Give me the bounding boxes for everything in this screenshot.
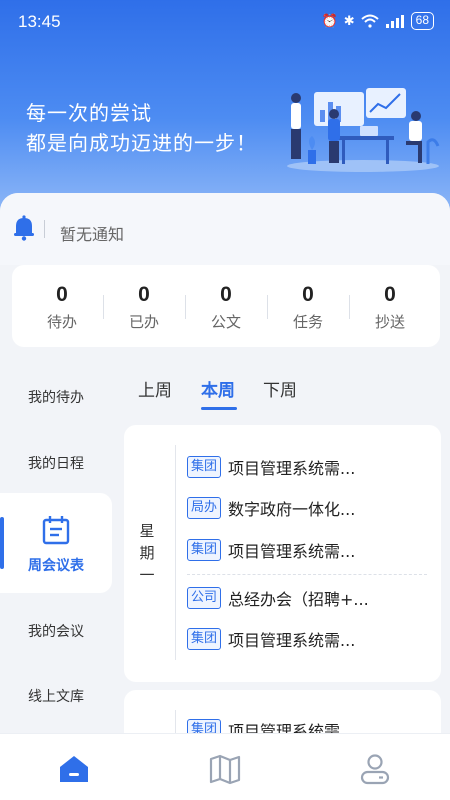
- tab-last-week[interactable]: 上周: [138, 376, 172, 401]
- slogan-line-1: 每一次的尝试: [26, 101, 152, 125]
- stat-label: 公文: [210, 313, 241, 331]
- stats-card: 0 待办 0 已办 0 公文 0 任务 0 抄送: [12, 265, 440, 347]
- side-item-my-meetings[interactable]: 我的会议: [0, 596, 112, 662]
- calendar-icon: [42, 516, 70, 545]
- profile-icon[interactable]: [358, 752, 392, 786]
- side-item-label: 我的会议: [28, 624, 84, 640]
- status-icons: ⏰ ✱ 68: [322, 12, 434, 30]
- alarm-icon: ⏰: [321, 13, 338, 29]
- meeting-tag: 局办: [187, 497, 222, 519]
- bottom-nav: [0, 733, 450, 800]
- side-item-label: 我的日程: [28, 456, 84, 472]
- meeting-title: 总经办会（招聘+...: [228, 590, 369, 609]
- day-label: 星期一: [139, 522, 155, 584]
- side-item-label: 线上文库: [28, 689, 84, 705]
- week-tabs: 上周 本周 下周: [112, 360, 450, 418]
- bluetooth-icon: ✱: [343, 13, 355, 29]
- meeting-item[interactable]: 集团 项目管理系统需...: [187, 626, 355, 652]
- day-card-monday: 星期一 集团 项目管理系统需... 局办 数字政府一体化... 集团 项目管理系…: [124, 425, 441, 682]
- stat-value: 0: [138, 283, 150, 306]
- notice-divider: [44, 220, 45, 238]
- meeting-tag: 集团: [187, 456, 222, 478]
- stat-label: 抄送: [374, 313, 405, 331]
- stat-label: 待办: [46, 313, 77, 331]
- side-item-my-schedule[interactable]: 我的日程: [0, 428, 112, 494]
- wifi-icon: [360, 14, 379, 28]
- meeting-tag: 集团: [187, 628, 222, 650]
- stat-tasks[interactable]: 0 任务: [267, 265, 349, 347]
- stat-value: 0: [56, 283, 68, 306]
- meeting-item[interactable]: 集团 项目管理系统需...: [187, 454, 355, 480]
- stat-cc[interactable]: 0 抄送: [349, 265, 431, 347]
- week-meetings-panel: 上周 本周 下周 星期一 集团 项目管理系统需... 局办 数字政府一体化...…: [112, 360, 450, 738]
- map-icon[interactable]: [208, 752, 242, 786]
- signal-4g-icon: [385, 15, 404, 28]
- meeting-item[interactable]: 局办 数字政府一体化...: [187, 495, 355, 521]
- meeting-title: 项目管理系统需...: [228, 459, 356, 478]
- side-item-label: 周会议表: [28, 558, 84, 574]
- stat-value: 0: [384, 283, 396, 306]
- meeting-tag: 集团: [187, 539, 222, 561]
- status-time: 13:45: [18, 12, 61, 31]
- tab-next-week[interactable]: 下周: [263, 376, 297, 401]
- side-item-label: 我的待办: [28, 390, 84, 406]
- side-menu: 我的待办 我的日程 周会议表 我的会议 线上文库: [0, 360, 112, 738]
- home-icon[interactable]: [57, 752, 91, 786]
- side-item-weekly-meetings[interactable]: 周会议表: [0, 493, 112, 593]
- stat-label: 任务: [292, 313, 323, 331]
- battery-icon: 68: [410, 12, 434, 30]
- stat-todo[interactable]: 0 待办: [21, 265, 103, 347]
- meeting-item[interactable]: 集团 项目管理系统需...: [187, 537, 355, 563]
- day-card-next: 集团 项目管理系统需...: [124, 690, 441, 738]
- meeting-title: 项目管理系统需...: [228, 631, 356, 650]
- status-bar: 13:45 ⏰ ✱ 68: [0, 0, 450, 44]
- slogan-line-2: 都是向成功迈进的一步！: [26, 131, 257, 155]
- tab-active-indicator: [201, 407, 237, 410]
- main-panel: 暂无通知 0 待办 0 已办 0 公文 0 任务 0 抄送 我的待办 我的日程 …: [0, 193, 450, 738]
- bell-icon: [14, 215, 34, 241]
- header-banner: 13:45 ⏰ ✱ 68 每一次的尝试 都是向成功迈进的一步！: [0, 0, 450, 215]
- stat-documents[interactable]: 0 公文: [185, 265, 267, 347]
- stat-value: 0: [220, 283, 232, 306]
- tab-this-week[interactable]: 本周: [201, 376, 235, 401]
- meeting-title: 项目管理系统需...: [228, 542, 356, 561]
- side-item-online-library[interactable]: 线上文库: [0, 661, 112, 727]
- side-item-my-todo[interactable]: 我的待办: [0, 362, 112, 428]
- notice-text: 暂无通知: [60, 225, 125, 244]
- banner-slogan: 每一次的尝试 都是向成功迈进的一步！: [26, 98, 257, 158]
- notice-bar[interactable]: 暂无通知: [0, 193, 450, 265]
- meeting-separator: [187, 574, 427, 575]
- stat-value: 0: [302, 283, 314, 306]
- meeting-item[interactable]: 公司 总经办会（招聘+...: [187, 585, 369, 611]
- stat-label: 已办: [128, 313, 159, 331]
- day-divider: [175, 445, 176, 660]
- stat-done[interactable]: 0 已办: [103, 265, 185, 347]
- meeting-tag: 公司: [187, 587, 222, 609]
- meeting-title: 数字政府一体化...: [228, 500, 356, 519]
- office-illustration: [287, 88, 440, 172]
